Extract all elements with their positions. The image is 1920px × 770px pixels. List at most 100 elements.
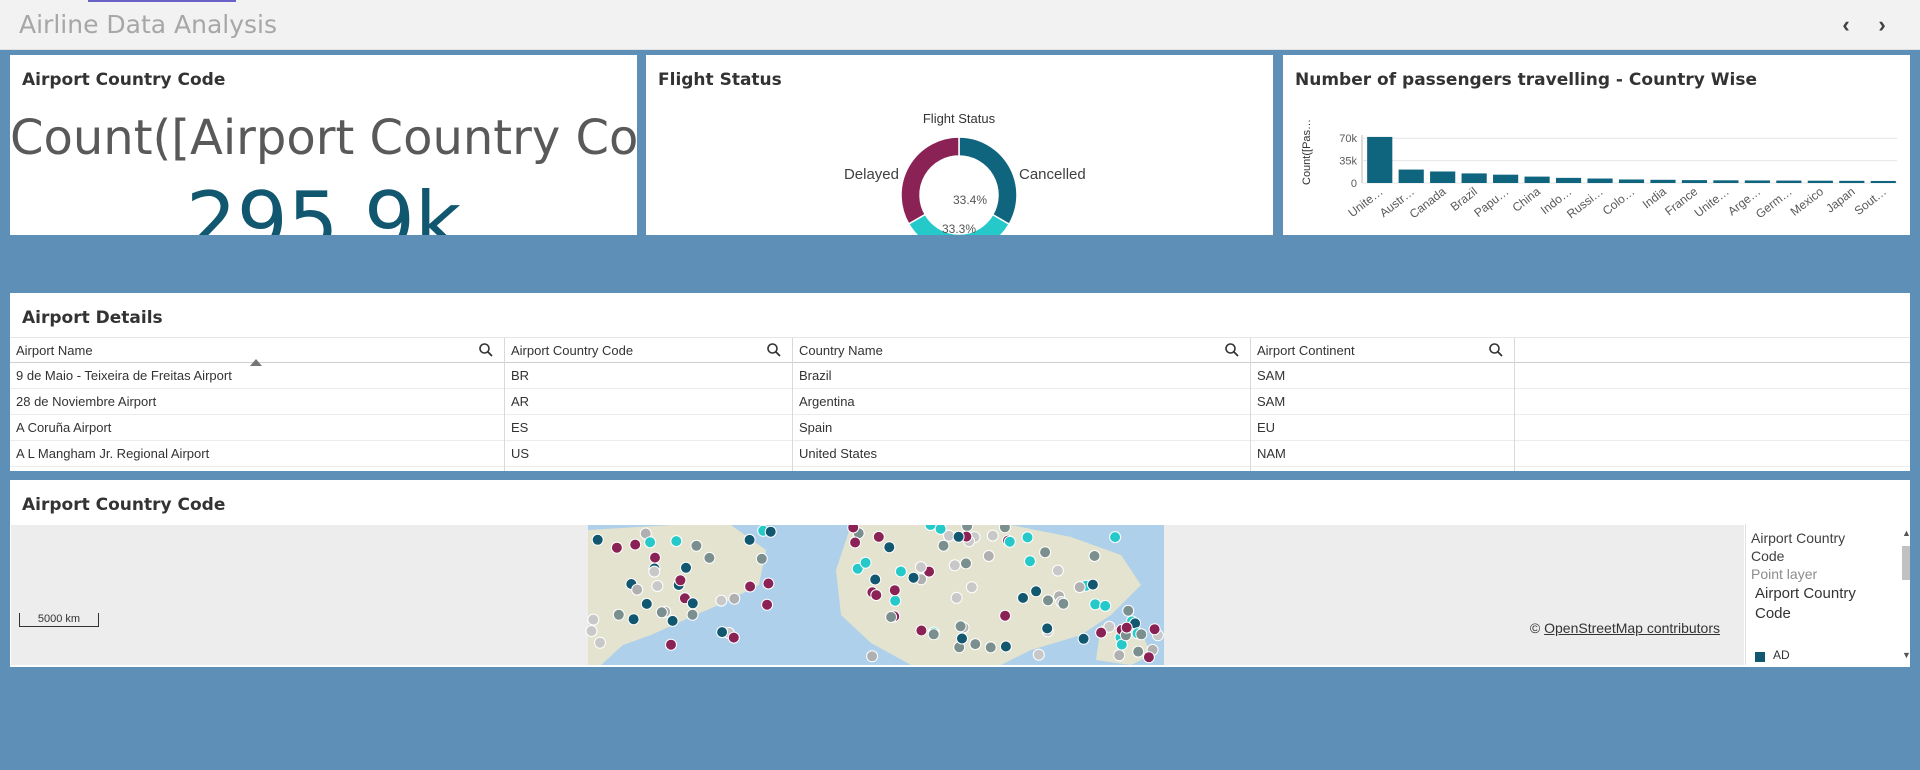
column-header[interactable]: Airport Continent bbox=[1251, 338, 1515, 364]
table-cell[interactable]: A L Mangham Jr. Regional Airport bbox=[10, 441, 505, 467]
bar[interactable] bbox=[1367, 136, 1393, 183]
airport-point[interactable] bbox=[649, 551, 661, 564]
bar[interactable] bbox=[1650, 179, 1676, 183]
airport-point[interactable] bbox=[686, 608, 699, 621]
table-row[interactable]: 28 de Noviembre Airport AR Argentina SAM bbox=[10, 389, 1910, 415]
airport-point[interactable] bbox=[1099, 599, 1112, 612]
airport-point[interactable] bbox=[585, 625, 598, 637]
airport-point[interactable] bbox=[998, 525, 1011, 534]
airport-point[interactable] bbox=[587, 613, 600, 626]
scroll-thumb[interactable] bbox=[1902, 546, 1910, 580]
airport-point[interactable] bbox=[629, 538, 642, 551]
airport-point[interactable] bbox=[1003, 535, 1016, 548]
bar[interactable] bbox=[1713, 180, 1739, 183]
airport-point[interactable] bbox=[1039, 546, 1052, 559]
airport-point[interactable] bbox=[984, 641, 997, 654]
table-cell[interactable]: AR bbox=[505, 389, 793, 415]
table-cell[interactable]: 9 de Maio - Teixeira de Freitas Airport bbox=[10, 363, 505, 389]
airport-point[interactable] bbox=[644, 536, 657, 549]
airport-point[interactable] bbox=[885, 611, 898, 623]
bar[interactable] bbox=[1430, 171, 1456, 183]
airport-point[interactable] bbox=[591, 533, 604, 546]
airport-point[interactable] bbox=[764, 525, 777, 538]
airport-point[interactable] bbox=[612, 608, 625, 621]
airport-point[interactable] bbox=[690, 539, 703, 552]
bar[interactable] bbox=[1587, 178, 1613, 183]
airport-point[interactable] bbox=[1132, 645, 1145, 658]
scroll-up-icon[interactable]: ▲ bbox=[1902, 528, 1910, 538]
airport-point[interactable] bbox=[762, 577, 775, 590]
airport-point[interactable] bbox=[648, 565, 661, 578]
airport-details-panel[interactable]: Airport Details Airport Name Airport Coun… bbox=[10, 293, 1910, 471]
airport-point[interactable] bbox=[866, 650, 879, 663]
airport-point[interactable] bbox=[680, 561, 692, 574]
airport-point[interactable] bbox=[961, 525, 974, 533]
bar[interactable] bbox=[1744, 180, 1770, 183]
airport-point[interactable] bbox=[594, 636, 606, 649]
airport-point[interactable] bbox=[1088, 550, 1101, 562]
search-icon[interactable] bbox=[478, 342, 494, 358]
osm-attribution-link[interactable]: OpenStreetMap contributors bbox=[1544, 620, 1720, 636]
airport-point[interactable] bbox=[960, 557, 972, 570]
bar[interactable] bbox=[1776, 180, 1802, 183]
bar[interactable] bbox=[1398, 169, 1424, 183]
airport-point[interactable] bbox=[686, 597, 699, 610]
flight-status-panel[interactable]: Flight Status Flight Status Delayed Canc… bbox=[646, 55, 1273, 235]
table-cell[interactable]: SAM bbox=[1251, 363, 1515, 389]
airport-point[interactable] bbox=[1113, 649, 1126, 662]
table-row[interactable]: A Coruña Airport ES Spain EU bbox=[10, 415, 1910, 441]
airport-point[interactable] bbox=[610, 541, 623, 554]
search-icon[interactable] bbox=[766, 342, 782, 358]
map-canvas[interactable]: 5000 km © OpenStreetMap contributors bbox=[11, 525, 1744, 665]
airport-point[interactable] bbox=[1021, 531, 1034, 544]
search-icon[interactable] bbox=[1224, 342, 1240, 358]
airport-point[interactable] bbox=[986, 529, 999, 542]
table-cell[interactable]: Brazil bbox=[793, 363, 1251, 389]
table-cell[interactable]: US bbox=[505, 441, 793, 467]
airport-point[interactable] bbox=[1122, 604, 1135, 617]
airport-point[interactable] bbox=[651, 580, 664, 592]
donut-slice-2[interactable] bbox=[900, 136, 960, 225]
table-cell[interactable]: EU bbox=[1251, 415, 1515, 441]
airport-point[interactable] bbox=[728, 592, 741, 605]
airport-point[interactable] bbox=[743, 533, 756, 546]
airport-point[interactable] bbox=[627, 613, 640, 626]
airport-point[interactable] bbox=[999, 640, 1012, 653]
airport-point[interactable] bbox=[715, 594, 728, 607]
airport-point[interactable] bbox=[1095, 626, 1108, 639]
airport-point[interactable] bbox=[999, 609, 1012, 622]
airport-point[interactable] bbox=[1073, 581, 1086, 594]
airport-point[interactable] bbox=[954, 620, 967, 633]
airport-point[interactable] bbox=[665, 638, 677, 651]
donut-slice-0[interactable] bbox=[958, 136, 1018, 226]
airport-point[interactable] bbox=[937, 539, 950, 552]
table-cell[interactable]: A P Hill AAF (Fort A P Hill) Airport bbox=[10, 467, 505, 471]
table-cell[interactable]: Argentina bbox=[793, 389, 1251, 415]
table-cell[interactable]: NAM bbox=[1251, 467, 1515, 471]
airport-point[interactable] bbox=[927, 628, 940, 641]
airport-point[interactable] bbox=[934, 525, 947, 535]
airport-point[interactable] bbox=[727, 631, 740, 644]
airport-point[interactable] bbox=[1077, 632, 1090, 645]
table-row[interactable]: A L Mangham Jr. Regional Airport US United… bbox=[10, 441, 1910, 467]
table-row[interactable]: 9 de Maio - Teixeira de Freitas Airport B… bbox=[10, 363, 1910, 389]
airport-point[interactable] bbox=[1148, 623, 1161, 636]
airport-point[interactable] bbox=[870, 589, 883, 602]
airport-point[interactable] bbox=[631, 583, 644, 596]
airport-point[interactable] bbox=[859, 556, 872, 569]
airport-point[interactable] bbox=[1086, 578, 1099, 591]
airport-point[interactable] bbox=[889, 594, 902, 607]
airport-point[interactable] bbox=[1024, 555, 1036, 568]
bar[interactable] bbox=[1524, 176, 1550, 183]
airport-point[interactable] bbox=[755, 552, 768, 565]
map-legend[interactable]: Airport Country Code Point layer Airport… bbox=[1745, 524, 1896, 665]
airport-details-table[interactable]: Airport Name Airport Country Code Country … bbox=[10, 293, 1910, 471]
bar[interactable] bbox=[1618, 179, 1645, 183]
airport-point[interactable] bbox=[948, 559, 961, 572]
table-cell[interactable]: United States bbox=[793, 467, 1251, 471]
airport-point[interactable] bbox=[1042, 594, 1054, 607]
airport-point[interactable] bbox=[761, 598, 774, 611]
bar[interactable] bbox=[1807, 180, 1833, 183]
table-cell[interactable]: BR bbox=[505, 363, 793, 389]
passengers-bar-chart[interactable]: Count([Pas… 035k70kUnite…Austr…Canada Bra… bbox=[1283, 55, 1910, 235]
